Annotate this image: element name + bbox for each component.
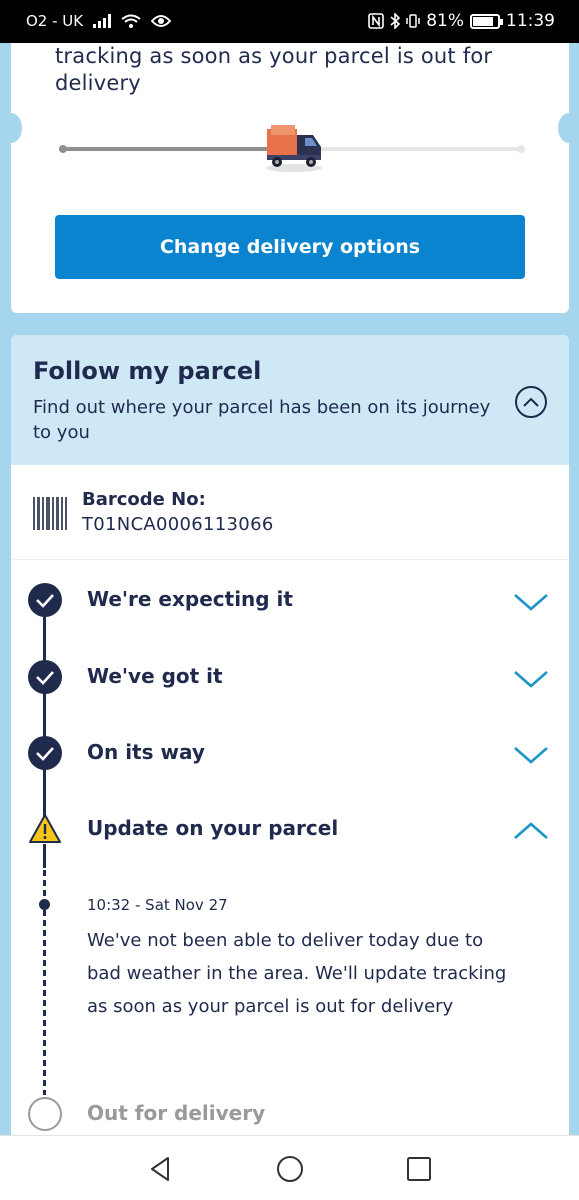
follow-parcel-title: Follow my parcel [33,357,262,385]
carrier-name: O2 - UK [26,12,84,30]
barcode-label: Barcode No: [82,489,206,510]
chevron-down-icon[interactable] [511,589,551,615]
recents-icon[interactable] [404,1154,434,1184]
barcode-icon [33,497,67,530]
update-dot [39,899,50,910]
timeline-step-expecting[interactable]: We're expecting it [11,583,569,643]
follow-parcel-header[interactable]: Follow my parcel Find out where your par… [11,335,569,465]
follow-parcel-card: Follow my parcel Find out where your par… [11,335,569,1135]
chevron-up-icon [523,397,539,407]
barcode-row: Barcode No: T01NCA0006113066 [11,465,569,560]
vibrate-icon [406,14,420,28]
follow-parcel-subtitle: Find out where your parcel has been on i… [33,397,491,443]
signal-icon [93,14,112,28]
progress-end-dot [517,145,525,153]
collapse-button[interactable] [515,386,547,418]
check-circle-icon [28,736,62,770]
timeline-step-on-its-way[interactable]: On its way [11,736,569,796]
step-label: Update on your parcel [87,816,339,840]
step-label: On its way [87,740,205,764]
delivery-status-card: tracking as soon as your parcel is out f… [0,43,579,313]
check-circle-icon [28,583,62,617]
update-timestamp: 10:32 - Sat Nov 27 [87,896,228,914]
clock: 11:39 [506,11,555,31]
chevron-down-icon[interactable] [511,666,551,692]
check-circle-icon [28,660,62,694]
eye-icon [151,15,172,27]
chevron-up-icon[interactable] [511,818,551,844]
nfc-icon [368,13,385,29]
card-notch-left [0,113,22,143]
system-nav-bar [0,1135,579,1200]
back-icon[interactable] [146,1154,176,1184]
card-notch-right [558,113,579,143]
battery-percent: 81% [426,11,464,31]
home-icon[interactable] [275,1154,305,1184]
status-bar: O2 - UK 81% 11:39 [0,0,579,43]
progress-fill [59,147,292,151]
barcode-value: T01NCA0006113066 [82,514,274,535]
progress-start-dot [59,145,67,153]
change-delivery-options-button[interactable]: Change delivery options [55,215,525,279]
wifi-icon [121,14,141,28]
step-label: We've got it [87,664,223,688]
step-label-out-for-delivery: Out for delivery [87,1101,266,1125]
step-label: We're expecting it [87,587,293,611]
bluetooth-icon [390,13,401,29]
delivery-message: tracking as soon as your parcel is out f… [55,44,493,95]
chevron-down-icon[interactable] [511,742,551,768]
pending-circle-icon [28,1097,62,1131]
timeline-step-update[interactable]: Update on your parcel [11,812,569,872]
timeline-step-got-it[interactable]: We've got it [11,660,569,720]
warning-icon [29,814,61,843]
delivery-truck-icon [266,125,322,172]
battery-icon [470,13,503,29]
update-message: We've not been able to deliver today due… [87,930,507,1017]
